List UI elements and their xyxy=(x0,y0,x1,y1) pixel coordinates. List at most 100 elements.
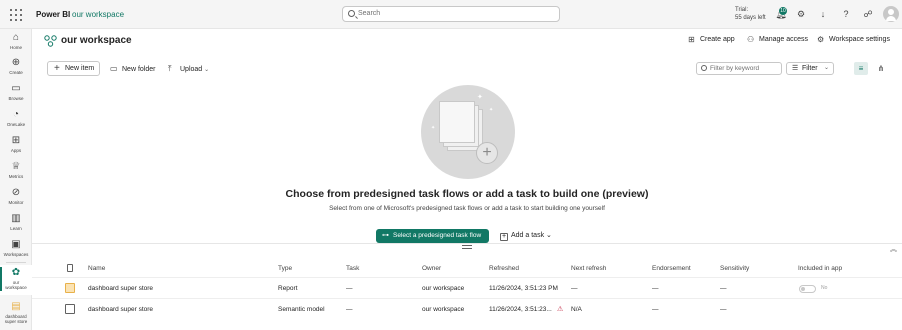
page-title: our workspace xyxy=(61,35,132,46)
item-task: — xyxy=(346,285,353,292)
nav-browse[interactable]: ▭ Browse xyxy=(0,83,32,101)
column-header-included[interactable]: Included in app xyxy=(798,265,842,272)
nav-label: Apps xyxy=(10,148,22,153)
book-icon: ▥ xyxy=(11,213,21,224)
app-launcher-icon[interactable] xyxy=(9,8,23,22)
item-type: Report xyxy=(278,285,298,292)
column-header-next-refresh[interactable]: Next refresh xyxy=(571,265,606,272)
lineage-view-icon[interactable]: ⋔ xyxy=(874,62,888,75)
column-header-endorsement[interactable]: Endorsement xyxy=(652,265,691,272)
toolbar: + New item ▭ New folder ⤒ Upload ⌄ Filter … xyxy=(32,59,902,79)
apps-icon: ⊞ xyxy=(11,135,21,146)
workspaces-icon: ▣ xyxy=(11,239,21,250)
item-next-refresh: N/A xyxy=(571,306,582,313)
onelake-icon: ◔ xyxy=(12,109,20,120)
top-bar: Power BI our workspace Search Trial: 55 … xyxy=(0,0,902,29)
sheet-front xyxy=(439,101,475,143)
share-icon[interactable]: ☍ xyxy=(862,8,874,20)
table-row[interactable]: dashboard super store Semantic model — o… xyxy=(32,298,902,319)
pane-splitter[interactable] xyxy=(32,243,902,244)
task-flow-icon: ⊶ xyxy=(382,232,389,239)
manage-access-label: Manage access xyxy=(759,36,809,43)
notification-badge: 10 xyxy=(779,7,787,15)
plus-icon: + xyxy=(54,63,60,74)
column-header-name[interactable]: Name xyxy=(88,265,105,272)
workspace-settings-button[interactable]: ⚙ Workspace settings xyxy=(817,36,890,44)
nav-label: Home xyxy=(9,45,22,50)
upload-button[interactable]: ⤒ Upload ⌄ xyxy=(168,64,209,74)
table-header: Name Type Task Owner Refreshed Next refr… xyxy=(32,261,902,277)
new-item-label: New item xyxy=(65,65,95,72)
nav-learn[interactable]: ▥ Learn xyxy=(0,213,32,231)
help-icon[interactable]: ? xyxy=(840,8,852,20)
column-header-sensitivity[interactable]: Sensitivity xyxy=(720,265,749,272)
item-endorsement: — xyxy=(652,285,659,292)
breadcrumb[interactable]: our workspace xyxy=(72,10,124,19)
nav-home[interactable]: ⌂ Home xyxy=(0,32,32,50)
list-view-icon[interactable]: ≡ xyxy=(854,62,868,75)
gear-icon[interactable]: ⚙ xyxy=(795,8,807,20)
main-content: our workspace ⊞ Create app ⚇ Manage access… xyxy=(32,29,902,330)
brand-name[interactable]: Power BI xyxy=(36,10,70,19)
new-folder-button[interactable]: ▭ New folder xyxy=(110,64,155,73)
nav-our-workspace[interactable]: ✿ our workspace xyxy=(0,265,32,295)
report-icon xyxy=(65,283,75,293)
add-icon: + xyxy=(476,142,498,164)
empty-state-subtitle: Select from one of Microsoft's predesign… xyxy=(329,205,605,212)
people-icon: ⚇ xyxy=(747,35,755,44)
nav-label: Browse xyxy=(8,96,24,101)
chevron-down-icon: ⌄ xyxy=(204,67,210,73)
search-placeholder: Search xyxy=(358,10,381,17)
search-input[interactable]: Search xyxy=(342,6,560,22)
nav-label-line2: super store xyxy=(4,319,28,324)
item-name[interactable]: dashboard super store xyxy=(88,306,153,313)
warning-icon[interactable]: ⚠ xyxy=(557,305,563,313)
filter-icon: ☰ xyxy=(792,65,799,72)
resize-handle[interactable] xyxy=(462,245,472,249)
nav-workspaces[interactable]: ▣ Workspaces xyxy=(0,239,32,257)
collapse-icon[interactable]: ︽ xyxy=(890,244,897,254)
nav-metrics[interactable]: ♕ Metrics xyxy=(0,161,32,179)
table-row[interactable]: dashboard super store Report — our works… xyxy=(32,277,902,298)
filter-button[interactable]: ☰ Filter ⌄ xyxy=(786,62,834,75)
nav-apps[interactable]: ⊞ Apps xyxy=(0,135,32,153)
filter-input[interactable]: Filter by keyword xyxy=(696,62,782,75)
file-type-icon xyxy=(67,264,73,272)
item-name[interactable]: dashboard super store xyxy=(88,285,153,292)
new-item-button[interactable]: + New item xyxy=(47,61,100,76)
nav-label: OneLake xyxy=(6,122,26,127)
item-owner: our workspace xyxy=(422,306,465,313)
nav-create[interactable]: ⊕ Create xyxy=(0,57,32,75)
column-header-task[interactable]: Task xyxy=(346,265,359,272)
upload-icon: ⤒ xyxy=(168,64,172,73)
include-in-app-toggle[interactable] xyxy=(799,285,816,293)
nav-label: Create xyxy=(9,70,23,75)
trial-status[interactable]: Trial: 55 days left xyxy=(735,6,766,22)
create-app-button[interactable]: ⊞ Create app xyxy=(688,36,735,44)
nav-onelake[interactable]: ◔ OneLake xyxy=(0,109,32,127)
folder-add-icon: ▭ xyxy=(110,64,118,73)
folder-icon: ▭ xyxy=(11,83,21,94)
workspace-logo-icon xyxy=(44,35,57,47)
nav-monitor[interactable]: ⊘ Monitor xyxy=(0,187,32,205)
sparkle-icon: ✦ xyxy=(431,125,436,131)
select-task-flow-button[interactable]: ⊶ Select a predesigned task flow xyxy=(376,229,489,243)
add-task-label: Add a task xyxy=(511,232,545,239)
manage-access-button[interactable]: ⚇ Manage access xyxy=(747,36,808,44)
filter-placeholder: Filter by keyword xyxy=(710,65,760,72)
plus-circle-icon: ⊕ xyxy=(11,57,21,68)
column-header-type[interactable]: Type xyxy=(278,265,292,272)
nav-dashboard-super-store[interactable]: ▤ dashboard super store xyxy=(0,301,32,324)
workspace-icon: ✿ xyxy=(11,267,21,278)
empty-state-title: Choose from predesigned task flows or ad… xyxy=(285,188,649,200)
column-header-refreshed[interactable]: Refreshed xyxy=(489,265,519,272)
add-task-button[interactable]: + Add a task ⌄ xyxy=(500,231,552,241)
avatar[interactable] xyxy=(883,6,899,22)
chevron-down-icon: ⌄ xyxy=(546,232,552,239)
nav-label: Metrics xyxy=(8,174,24,179)
column-header-owner[interactable]: Owner xyxy=(422,265,441,272)
download-icon[interactable]: ↓ xyxy=(817,8,829,20)
workspace-settings-label: Workspace settings xyxy=(829,36,890,43)
search-icon xyxy=(348,10,355,17)
trial-days: 55 days left xyxy=(735,15,766,21)
